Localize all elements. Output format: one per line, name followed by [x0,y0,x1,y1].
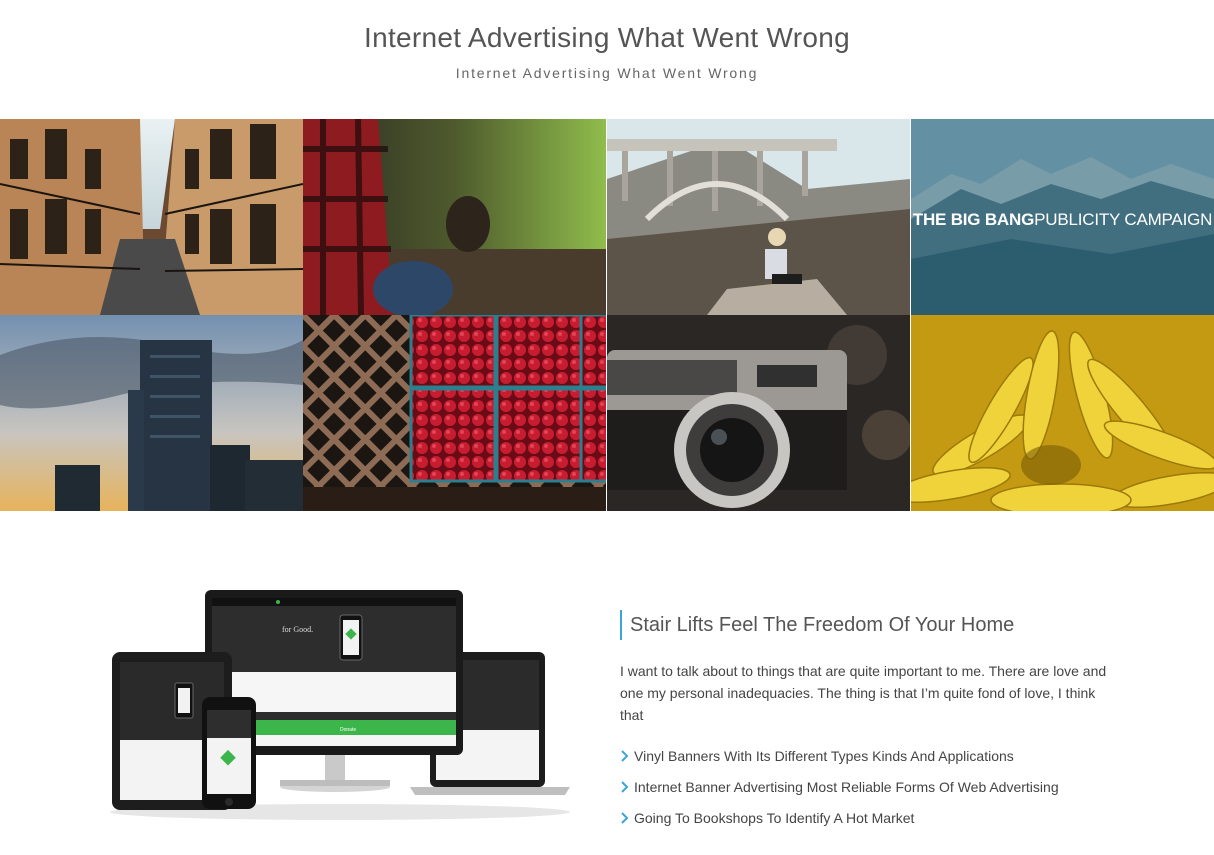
page-subtitle: Internet Advertising What Went Wrong [455,65,759,81]
feature-list-item[interactable]: Internet Banner Advertising Most Reliabl… [620,777,1140,808]
screen-button-text: Donate [340,727,356,733]
feature-section: Stair Lifts Feel The Freedom Of Your Hom… [620,610,1140,839]
feature-list-item-label: Going To Bookshops To Identify A Hot Mar… [634,810,915,826]
page-header: Internet Advertising What Went Wrong Int… [0,0,1214,118]
gallery-tile-plaid[interactable] [303,119,606,315]
camera-photo [607,315,910,511]
feature-list-item[interactable]: Going To Bookshops To Identify A Hot Mar… [620,808,1140,839]
chevron-right-icon [621,750,629,762]
gallery-tile-street[interactable] [0,119,303,315]
gallery-tile-camera[interactable] [607,315,910,511]
caption-bold: THE BIG BANG [912,210,1035,229]
raspberries-photo [303,315,606,511]
person-plaid-shirt-photo [303,119,606,315]
gallery-tile-raspberries[interactable] [303,315,606,511]
chevron-right-icon [621,812,629,824]
page-title: Internet Advertising What Went Wrong [364,22,850,53]
responsive-devices-mockup: for Good. Donate [100,580,580,830]
screen-title: for Good. [282,625,313,634]
devices-illustration: for Good. Donate [110,590,570,820]
yellow-flower-photo [911,315,1214,511]
photo-gallery: THE BIG BANGPUBLICITY CAMPAIGN [0,119,1214,511]
bridge-hiker-photo [607,119,910,315]
gallery-tile-skyscraper[interactable] [0,315,303,511]
skyscraper-sunset-photo [0,315,303,511]
chevron-right-icon [621,781,629,793]
feature-description: I want to talk about to things that are … [620,663,1107,723]
street-buildings-photo [0,119,303,315]
feature-list-item-label: Vinyl Banners With Its Different Types K… [634,748,1014,764]
feature-list-item[interactable]: Vinyl Banners With Its Different Types K… [620,746,1140,777]
gallery-tile-mountains[interactable]: THE BIG BANGPUBLICITY CAMPAIGN [911,119,1214,315]
feature-list: Vinyl Banners With Its Different Types K… [620,746,1140,839]
caption-rest: PUBLICITY CAMPAIGN [1034,210,1213,229]
feature-title: Stair Lifts Feel The Freedom Of Your Hom… [620,610,1140,640]
feature-list-item-label: Internet Banner Advertising Most Reliabl… [634,779,1059,795]
gallery-tile-flower[interactable] [911,315,1214,511]
gallery-tile-bridge[interactable] [607,119,910,315]
tile-caption: THE BIG BANGPUBLICITY CAMPAIGN [911,210,1214,230]
